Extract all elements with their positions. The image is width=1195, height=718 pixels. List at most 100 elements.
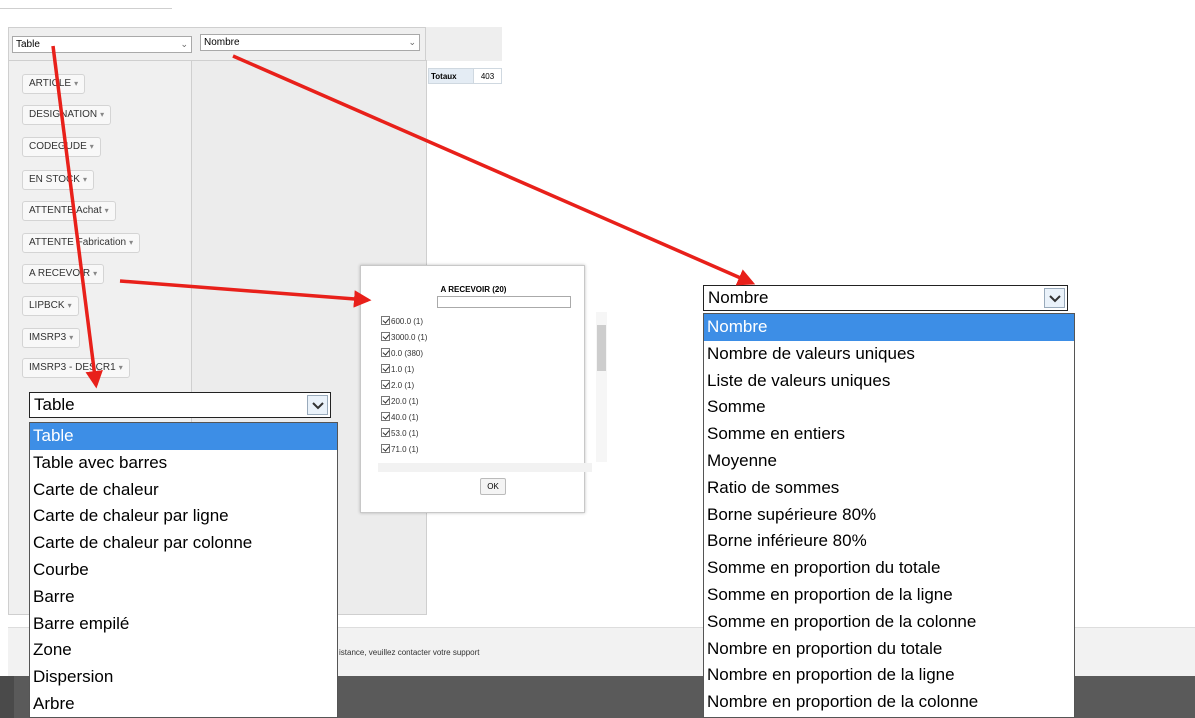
attribute-pill[interactable]: CODEGUDE ▾ <box>22 137 101 157</box>
filter-option-label: 20.0 (1) <box>391 397 419 406</box>
filter-option[interactable]: 53.0 (1) <box>381 426 581 442</box>
checkbox-checked-icon[interactable] <box>381 364 390 373</box>
aggregator-option[interactable]: Nombre <box>704 314 1074 341</box>
aggregator-select[interactable]: Nombre ⌄ <box>200 34 420 51</box>
filter-option-label: 1.0 (1) <box>391 365 415 374</box>
aggregator-option[interactable]: Somme <box>704 394 1074 421</box>
attribute-label: CODEGUDE <box>29 141 87 152</box>
attribute-label: ATTENTE Fabrication <box>29 237 127 248</box>
renderer-option[interactable]: Arbre <box>30 691 337 717</box>
renderer-option[interactable]: Barre empilé <box>30 611 337 638</box>
triangle-down-icon[interactable]: ▾ <box>100 110 104 119</box>
aggregator-option[interactable]: Somme en entiers <box>704 421 1074 448</box>
attribute-label: LIPBCK <box>29 300 65 311</box>
aggregator-option[interactable]: Somme en proportion du totale <box>704 555 1074 582</box>
aggregator-option[interactable]: Somme en proportion de la ligne <box>704 582 1074 609</box>
renderer-option[interactable]: Courbe <box>30 557 337 584</box>
renderer-option[interactable]: Carte de chaleur par colonne <box>30 530 337 557</box>
triangle-down-icon[interactable]: ▾ <box>93 269 97 278</box>
filter-option[interactable]: 0.0 (380) <box>381 346 581 362</box>
renderer-select-value: Table <box>16 39 40 50</box>
filter-option-label: 3000.0 (1) <box>391 333 428 342</box>
filter-horizontal-scrollbar[interactable] <box>378 463 592 472</box>
filter-option-label: 0.0 (380) <box>391 349 424 358</box>
totals-value: 403 <box>474 68 502 84</box>
checkbox-checked-icon[interactable] <box>381 396 390 405</box>
attribute-pill[interactable]: ATTENTE Fabrication ▾ <box>22 233 141 253</box>
triangle-down-icon[interactable]: ▾ <box>119 363 123 372</box>
attribute-pill[interactable]: ARTICLE ▾ <box>22 74 86 94</box>
renderer-dropdown-select[interactable]: Table <box>29 392 331 418</box>
filter-popup: A RECEVOIR (20) 600.0 (1) 3000.0 (1) 0.0… <box>360 265 585 513</box>
attribute-pill[interactable]: DESIGNATION ▾ <box>22 105 112 125</box>
triangle-down-icon[interactable]: ▾ <box>83 175 87 184</box>
renderer-option[interactable]: Carte de chaleur <box>30 477 337 504</box>
renderer-option[interactable]: Zone <box>30 637 337 664</box>
aggregator-option[interactable]: Moyenne <box>704 448 1074 475</box>
aggregator-option[interactable]: Nombre en proportion du totale <box>704 636 1074 663</box>
attribute-pill[interactable]: EN STOCK ▾ <box>22 170 94 190</box>
filter-option[interactable]: 1.0 (1) <box>381 362 581 378</box>
filter-option-label: 71.0 (1) <box>391 445 419 454</box>
aggregator-option[interactable]: Borne supérieure 80% <box>704 502 1074 529</box>
aggregator-option[interactable]: Somme en proportion de la colonne <box>704 609 1074 636</box>
filter-option[interactable]: 40.0 (1) <box>381 410 581 426</box>
checkbox-checked-icon[interactable] <box>381 412 390 421</box>
attribute-pill[interactable]: IMSRP3 - DESCR1 ▾ <box>22 358 130 378</box>
aggregator-option[interactable]: Ratio de sommes <box>704 475 1074 502</box>
chevron-down-icon[interactable] <box>1044 288 1065 308</box>
triangle-down-icon[interactable]: ▾ <box>69 333 73 342</box>
checkbox-checked-icon[interactable] <box>381 332 390 341</box>
filter-scrollbar-thumb[interactable] <box>597 325 606 371</box>
footer-text: istance, veuillez contacter votre suppor… <box>339 648 480 657</box>
aggregator-dropdown-value: Nombre <box>708 288 769 307</box>
triangle-down-icon[interactable]: ▾ <box>90 142 94 151</box>
aggregator-option[interactable]: Nombre en proportion de la ligne <box>704 662 1074 689</box>
filter-title: A RECEVOIR (20) <box>440 285 507 294</box>
renderer-option[interactable]: Dispersion <box>30 664 337 691</box>
attribute-pill[interactable]: A RECEVOIR ▾ <box>22 264 105 284</box>
triangle-down-icon[interactable]: ▾ <box>68 301 72 310</box>
triangle-down-icon[interactable]: ▾ <box>129 238 133 247</box>
triangle-down-icon[interactable]: ▾ <box>105 206 109 215</box>
attribute-label: EN STOCK <box>29 174 80 185</box>
attribute-label: ARTICLE <box>29 78 72 89</box>
filter-value-list: 600.0 (1) 3000.0 (1) 0.0 (380) 1.0 (1) 2… <box>381 314 581 454</box>
renderer-option[interactable]: Table avec barres <box>30 450 337 477</box>
renderer-dropdown-list: Table Table avec barres Carte de chaleur… <box>29 422 338 718</box>
triangle-down-icon[interactable]: ▾ <box>74 79 78 88</box>
attribute-pill[interactable]: LIPBCK ▾ <box>22 296 79 316</box>
filter-option[interactable]: 71.0 (1) <box>381 442 581 454</box>
totals-label: Totaux <box>428 68 474 84</box>
checkbox-checked-icon[interactable] <box>381 428 390 437</box>
filter-option[interactable]: 2.0 (1) <box>381 378 581 394</box>
aggregator-option[interactable]: Liste de valeurs uniques <box>704 368 1074 395</box>
checkbox-checked-icon[interactable] <box>381 348 390 357</box>
filter-option[interactable]: 600.0 (1) <box>381 314 581 330</box>
renderer-select[interactable]: Table ⌄ <box>12 36 192 53</box>
attribute-pill[interactable]: IMSRP3 ▾ <box>22 328 81 348</box>
aggregator-dropdown-list: Nombre Nombre de valeurs uniques Liste d… <box>703 313 1075 718</box>
chevron-down-icon[interactable] <box>307 395 328 415</box>
aggregator-dropdown-select[interactable]: Nombre <box>703 285 1068 311</box>
checkbox-checked-icon[interactable] <box>381 316 390 325</box>
filter-option[interactable]: 20.0 (1) <box>381 394 581 410</box>
aggregator-select-value: Nombre <box>204 37 240 48</box>
attribute-label: IMSRP3 <box>29 332 67 343</box>
aggregator-option[interactable]: Borne inférieure 80% <box>704 528 1074 555</box>
attribute-label: ATTENTE Achat <box>29 205 102 216</box>
filter-ok-button[interactable]: OK <box>480 478 506 495</box>
chevron-down-icon: ⌄ <box>180 39 188 49</box>
filter-option[interactable]: 3000.0 (1) <box>381 330 581 346</box>
attribute-pill[interactable]: ATTENTE Achat ▾ <box>22 201 116 221</box>
checkbox-checked-icon[interactable] <box>381 380 390 389</box>
renderer-option[interactable]: Carte de chaleur par ligne <box>30 503 337 530</box>
filter-search-input[interactable] <box>437 296 571 308</box>
attribute-label: DESIGNATION <box>29 109 98 120</box>
renderer-option[interactable]: Barre <box>30 584 337 611</box>
renderer-option[interactable]: Table <box>30 423 337 450</box>
aggregator-option[interactable]: Nombre en proportion de la colonne <box>704 689 1074 716</box>
aggregator-option[interactable]: Nombre de valeurs uniques <box>704 341 1074 368</box>
checkbox-checked-icon[interactable] <box>381 444 390 453</box>
filter-option-label: 53.0 (1) <box>391 429 419 438</box>
